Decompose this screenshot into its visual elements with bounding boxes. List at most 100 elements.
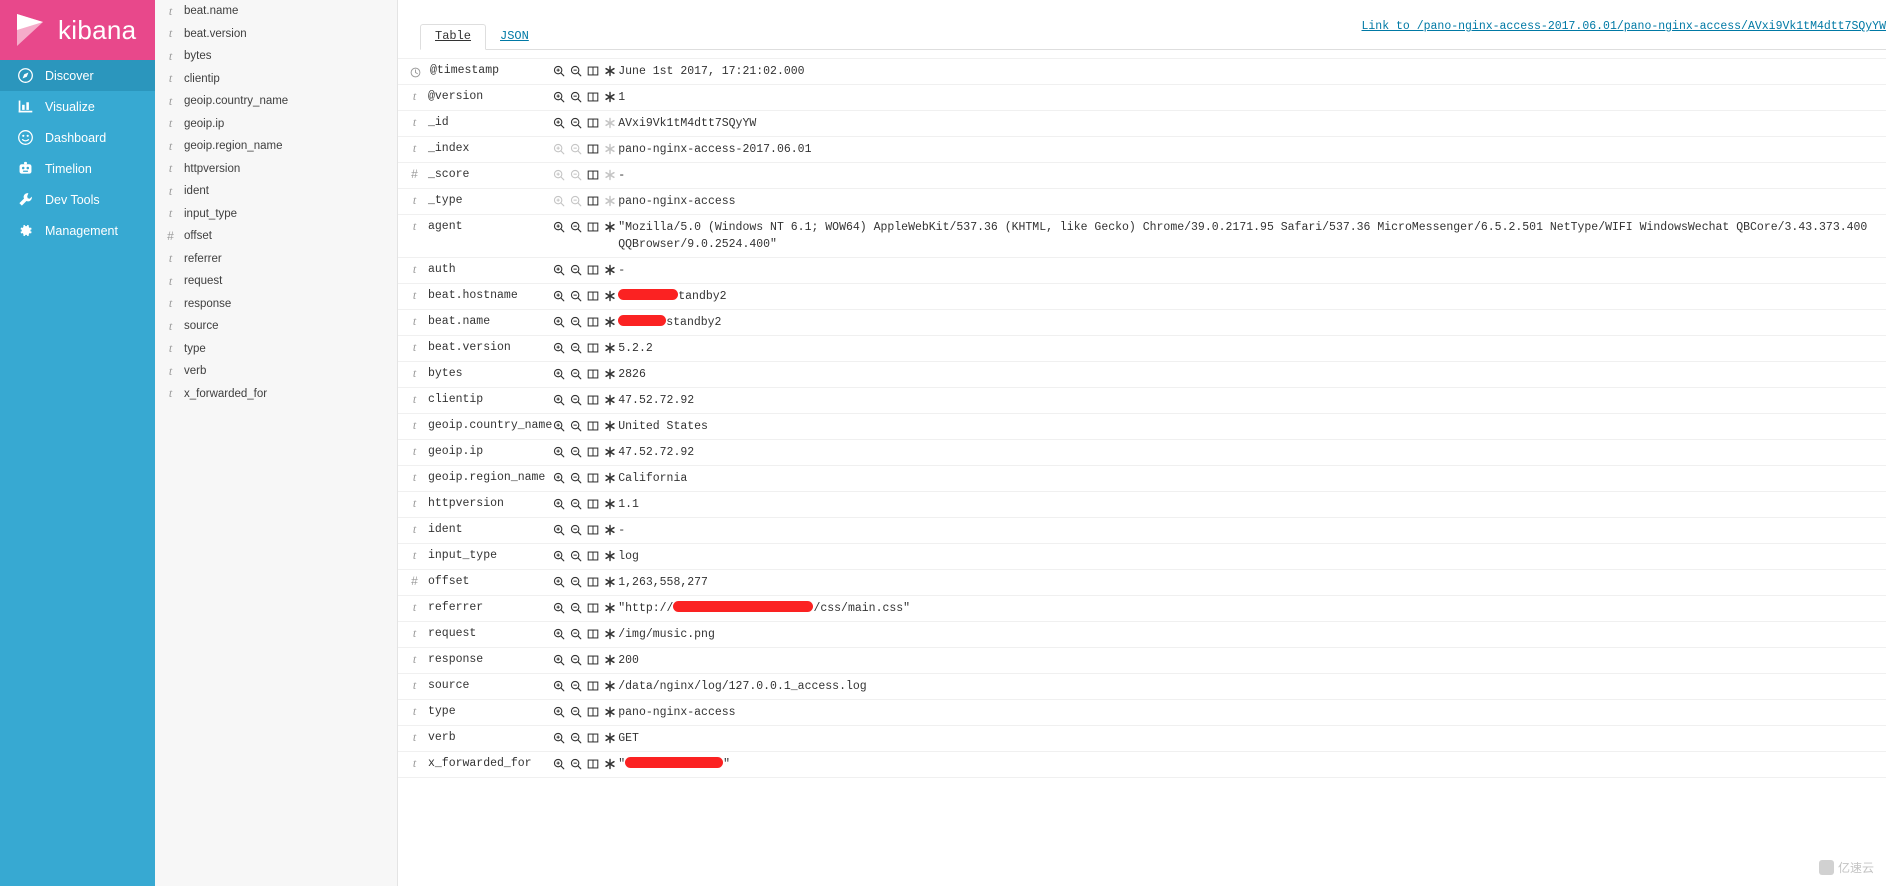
filter-for-value-icon[interactable]: [552, 731, 565, 744]
toggle-column-icon[interactable]: [586, 497, 599, 510]
tab-json[interactable]: JSON: [486, 25, 543, 49]
field-list-item[interactable]: t geoip.country_name: [155, 90, 397, 113]
available-fields-list[interactable]: t beat.name t beat.version t bytes t clientip t g…: [155, 0, 398, 886]
toggle-column-icon[interactable]: [586, 523, 599, 536]
filter-out-value-icon[interactable]: [569, 445, 582, 458]
filter-field-exists-icon[interactable]: [603, 220, 616, 233]
filter-field-exists-icon[interactable]: [603, 601, 616, 614]
field-list-item[interactable]: t geoip.ip: [155, 113, 397, 136]
filter-out-value-icon[interactable]: [569, 263, 582, 276]
toggle-column-icon[interactable]: [586, 90, 599, 103]
filter-for-value-icon[interactable]: [552, 168, 565, 181]
filter-field-exists-icon[interactable]: [603, 90, 616, 103]
filter-for-value-icon[interactable]: [552, 601, 565, 614]
filter-out-value-icon[interactable]: [569, 419, 582, 432]
filter-for-value-icon[interactable]: [552, 220, 565, 233]
toggle-column-icon[interactable]: [586, 341, 599, 354]
filter-field-exists-icon[interactable]: [603, 627, 616, 640]
filter-field-exists-icon[interactable]: [603, 445, 616, 458]
filter-for-value-icon[interactable]: [552, 263, 565, 276]
toggle-column-icon[interactable]: [586, 315, 599, 328]
filter-for-value-icon[interactable]: [552, 575, 565, 588]
filter-for-value-icon[interactable]: [552, 289, 565, 302]
filter-field-exists-icon[interactable]: [603, 64, 616, 77]
filter-field-exists-icon[interactable]: [603, 705, 616, 718]
filter-for-value-icon[interactable]: [552, 497, 565, 510]
filter-for-value-icon[interactable]: [552, 315, 565, 328]
filter-out-value-icon[interactable]: [569, 497, 582, 510]
filter-for-value-icon[interactable]: [552, 367, 565, 380]
filter-out-value-icon[interactable]: [569, 393, 582, 406]
sidebar-item-visualize[interactable]: Visualize: [0, 91, 155, 122]
field-list-item[interactable]: t referrer: [155, 248, 397, 271]
filter-out-value-icon[interactable]: [569, 315, 582, 328]
field-list-item[interactable]: t request: [155, 270, 397, 293]
filter-field-exists-icon[interactable]: [603, 367, 616, 380]
filter-out-value-icon[interactable]: [569, 142, 582, 155]
sidebar-item-dashboard[interactable]: Dashboard: [0, 122, 155, 153]
filter-out-value-icon[interactable]: [569, 367, 582, 380]
toggle-column-icon[interactable]: [586, 731, 599, 744]
filter-field-exists-icon[interactable]: [603, 142, 616, 155]
field-list-item[interactable]: t clientip: [155, 68, 397, 91]
filter-for-value-icon[interactable]: [552, 705, 565, 718]
toggle-column-icon[interactable]: [586, 705, 599, 718]
filter-out-value-icon[interactable]: [569, 194, 582, 207]
filter-field-exists-icon[interactable]: [603, 549, 616, 562]
filter-for-value-icon[interactable]: [552, 194, 565, 207]
tab-table[interactable]: Table: [420, 24, 487, 50]
filter-for-value-icon[interactable]: [552, 679, 565, 692]
filter-for-value-icon[interactable]: [552, 627, 565, 640]
filter-field-exists-icon[interactable]: [603, 471, 616, 484]
field-list-item[interactable]: t bytes: [155, 45, 397, 68]
filter-out-value-icon[interactable]: [569, 705, 582, 718]
filter-out-value-icon[interactable]: [569, 116, 582, 129]
filter-out-value-icon[interactable]: [569, 757, 582, 770]
toggle-column-icon[interactable]: [586, 142, 599, 155]
field-list-item[interactable]: t response: [155, 293, 397, 316]
filter-out-value-icon[interactable]: [569, 549, 582, 562]
sidebar-item-management[interactable]: Management: [0, 215, 155, 246]
filter-field-exists-icon[interactable]: [603, 575, 616, 588]
toggle-column-icon[interactable]: [586, 64, 599, 77]
filter-out-value-icon[interactable]: [569, 471, 582, 484]
filter-out-value-icon[interactable]: [569, 731, 582, 744]
field-list-item[interactable]: # offset: [155, 225, 397, 248]
toggle-column-icon[interactable]: [586, 601, 599, 614]
filter-field-exists-icon[interactable]: [603, 653, 616, 666]
kibana-logo[interactable]: kibana: [0, 0, 155, 60]
filter-for-value-icon[interactable]: [552, 471, 565, 484]
toggle-column-icon[interactable]: [586, 419, 599, 432]
filter-out-value-icon[interactable]: [569, 90, 582, 103]
filter-for-value-icon[interactable]: [552, 393, 565, 406]
filter-out-value-icon[interactable]: [569, 679, 582, 692]
toggle-column-icon[interactable]: [586, 367, 599, 380]
filter-for-value-icon[interactable]: [552, 653, 565, 666]
filter-out-value-icon[interactable]: [569, 523, 582, 536]
filter-field-exists-icon[interactable]: [603, 315, 616, 328]
filter-for-value-icon[interactable]: [552, 445, 565, 458]
filter-out-value-icon[interactable]: [569, 601, 582, 614]
toggle-column-icon[interactable]: [586, 220, 599, 233]
filter-for-value-icon[interactable]: [552, 142, 565, 155]
toggle-column-icon[interactable]: [586, 627, 599, 640]
toggle-column-icon[interactable]: [586, 194, 599, 207]
toggle-column-icon[interactable]: [586, 263, 599, 276]
filter-for-value-icon[interactable]: [552, 64, 565, 77]
filter-out-value-icon[interactable]: [569, 220, 582, 233]
filter-field-exists-icon[interactable]: [603, 679, 616, 692]
toggle-column-icon[interactable]: [586, 679, 599, 692]
sidebar-item-timelion[interactable]: Timelion: [0, 153, 155, 184]
toggle-column-icon[interactable]: [586, 393, 599, 406]
filter-out-value-icon[interactable]: [569, 64, 582, 77]
filter-field-exists-icon[interactable]: [603, 497, 616, 510]
toggle-column-icon[interactable]: [586, 168, 599, 181]
filter-out-value-icon[interactable]: [569, 341, 582, 354]
filter-field-exists-icon[interactable]: [603, 419, 616, 432]
filter-out-value-icon[interactable]: [569, 627, 582, 640]
toggle-column-icon[interactable]: [586, 471, 599, 484]
toggle-column-icon[interactable]: [586, 445, 599, 458]
field-list-item[interactable]: t ident: [155, 180, 397, 203]
sidebar-item-dev-tools[interactable]: Dev Tools: [0, 184, 155, 215]
filter-for-value-icon[interactable]: [552, 341, 565, 354]
